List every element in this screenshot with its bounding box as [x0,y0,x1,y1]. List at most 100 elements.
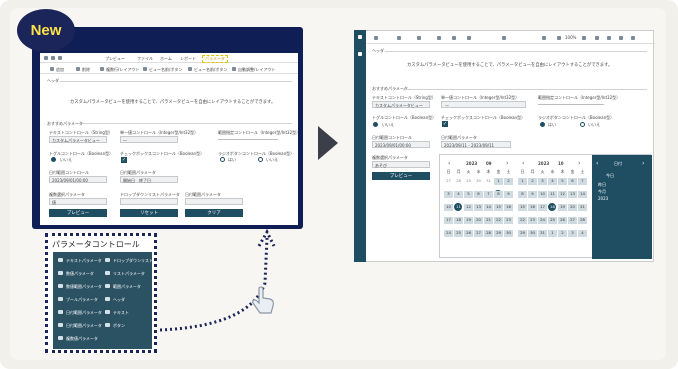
cal-right-next[interactable]: › [578,160,580,167]
palette-item-0[interactable]: テキストパラメータ [66,258,102,264]
cal-day[interactable]: 16 [528,204,537,211]
tool-view2[interactable]: ビュー名前/ボタン [194,67,227,73]
save-icon[interactable] [58,56,62,60]
zoom-in-icon[interactable] [582,36,586,40]
date2-select[interactable] [185,198,243,205]
nav-prev-icon[interactable] [417,36,421,40]
cal-day[interactable]: 11 [548,191,557,198]
cal-day[interactable]: 26 [464,230,473,237]
cal-day[interactable]: 25 [548,217,557,224]
cal-day[interactable]: 28 [454,178,463,185]
cal-day[interactable]: 10 [444,204,453,211]
range-slider[interactable] [218,139,278,140]
cal-day[interactable]: 16 [504,204,513,211]
cal-side-next[interactable]: › [642,160,644,167]
nav-last-icon[interactable] [452,36,456,40]
cal-day[interactable]: 27 [474,230,483,237]
cal-day[interactable]: 24 [538,217,547,224]
pv-multi-select[interactable]: あそび [372,161,430,168]
cal-day[interactable]: 8 [494,191,503,198]
search-icon[interactable] [358,52,362,56]
menu-parameter[interactable]: パラメータ [202,55,228,63]
palette-item-4[interactable]: 日付範囲パラメータ [66,310,102,316]
refresh-icon[interactable] [467,36,471,40]
cal-day[interactable]: 31 [538,230,547,237]
menu-file[interactable]: ファイル [137,56,153,62]
tool-view[interactable]: ビュー名前/ボタン [149,67,182,73]
cal-side-item-3[interactable]: 2023 [598,196,608,201]
print-icon[interactable] [607,36,611,40]
cal-left-year[interactable]: 2023 [466,161,477,166]
cal-day[interactable]: 4 [454,191,463,198]
cal-day[interactable]: 29 [518,230,527,237]
palette-item-6[interactable]: 複数値パラメータ [66,336,98,342]
cal-day[interactable]: 26 [558,217,567,224]
dropdown-select[interactable] [120,198,178,205]
menu-preview[interactable]: プレビュー [105,56,125,62]
nav-first-icon[interactable] [397,36,401,40]
cal-day[interactable]: 1 [548,230,557,237]
pv-preview-button[interactable]: プレビュー [372,172,430,180]
date-input[interactable]: 2023/09/01/00:00 [49,176,107,183]
cal-side-item-0[interactable]: 今日 [606,173,614,179]
cal-day[interactable]: 19 [464,217,473,224]
cal-side-item-1[interactable]: 昨日 [598,182,606,188]
cal-day[interactable]: 27 [568,217,577,224]
toggle-switch[interactable] [51,157,56,162]
cal-day[interactable]: 31 [484,178,493,185]
fullscreen-icon[interactable] [631,36,635,40]
cal-day[interactable]: 18 [548,204,557,211]
cal-day[interactable]: 4 [548,178,557,185]
daterange-input[interactable]: 開始日 終了日 [120,176,178,183]
cal-day[interactable]: 7 [578,178,587,185]
pv-radio-no[interactable] [580,122,585,127]
cal-day[interactable]: 23 [528,217,537,224]
pv-text-input[interactable]: カスタムパラメータビュー [372,101,430,108]
cal-day[interactable]: 13 [568,191,577,198]
checkbox[interactable]: ✓ [121,157,127,163]
cal-day[interactable]: 12 [558,191,567,198]
cal-day[interactable]: 2 [558,230,567,237]
palette-item-2[interactable]: 数値範囲パラメータ [66,284,102,290]
cal-day[interactable]: 13 [474,204,483,211]
palette-item-3[interactable]: ブールパラメータ [66,297,98,303]
tool-layout[interactable]: 複数行/レイアウト [106,67,139,73]
cal-day[interactable]: 24 [444,230,453,237]
cal-day[interactable]: 2 [504,178,513,185]
radio-no[interactable] [258,157,263,162]
reset-button[interactable]: リセット [120,209,178,217]
export-icon[interactable] [619,36,623,40]
cal-day[interactable]: 8 [518,191,527,198]
cal-day[interactable]: 15 [494,204,503,211]
cal-side-prev[interactable]: ‹ [596,160,598,167]
cal-day[interactable]: 6 [568,178,577,185]
pv-radio-yes[interactable] [540,122,545,127]
cal-left-prev[interactable]: ‹ [448,160,450,167]
cal-day[interactable]: 27 [444,178,453,185]
cal-day[interactable]: 17 [444,217,453,224]
text-input[interactable]: カスタムパラメータビュー [49,136,107,143]
cal-day[interactable]: 23 [504,217,513,224]
move-icon[interactable] [542,36,546,40]
cal-day[interactable]: 25 [454,230,463,237]
pv-checkbox[interactable]: ✓ [442,121,448,127]
nav-back-icon[interactable] [374,36,378,40]
cal-day[interactable]: 5 [558,178,567,185]
cal-day[interactable]: 30 [474,178,483,185]
palette-item-5[interactable]: 日付範囲パラメータ [66,323,102,329]
cal-day[interactable]: 3 [538,178,547,185]
cal-day[interactable]: 14 [484,204,493,211]
zoom-icon[interactable] [557,36,561,40]
cal-day[interactable]: 21 [484,217,493,224]
cal-day[interactable]: 1 [518,178,527,185]
preview-button[interactable]: プレビュー [49,209,107,217]
pv-range-slider[interactable] [538,104,604,105]
single-select[interactable]: 一 [120,136,178,143]
cal-day[interactable]: 5 [464,191,473,198]
cal-day[interactable]: 22 [518,217,527,224]
cal-day[interactable]: 10 [538,191,547,198]
menu-home[interactable]: ホーム [160,56,172,62]
cal-day[interactable]: 30 [528,230,537,237]
cal-day[interactable]: 9 [504,191,513,198]
cal-day[interactable]: 20 [568,204,577,211]
